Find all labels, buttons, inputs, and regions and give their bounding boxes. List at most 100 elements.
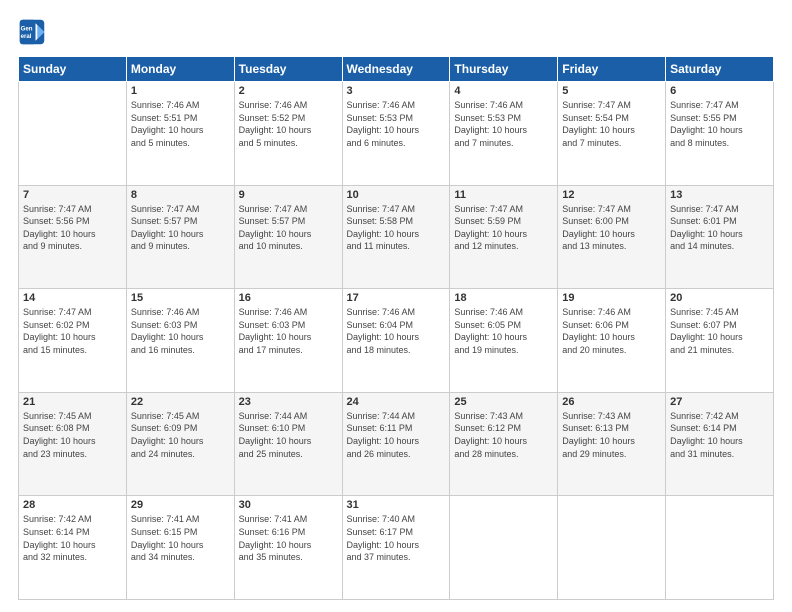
calendar-day-cell: 3 Sunrise: 7:46 AM Sunset: 5:53 PM Daylig… xyxy=(342,82,450,186)
calendar-day-cell: 31Sunrise: 7:40 AM Sunset: 6:17 PM Dayli… xyxy=(342,496,450,600)
day-number: 19 xyxy=(562,292,661,304)
day-info: Sunrise: 7:47 AM Sunset: 5:57 PM Dayligh… xyxy=(239,203,338,253)
weekday-header: Monday xyxy=(126,57,234,82)
calendar-day-cell: 7Sunrise: 7:47 AM Sunset: 5:56 PM Daylig… xyxy=(19,185,127,289)
weekday-header: Sunday xyxy=(19,57,127,82)
calendar-day-cell: 11 Sunrise: 7:47 AM Sunset: 5:59 PM Dayli… xyxy=(450,185,558,289)
day-info: Sunrise: 7:45 AM Sunset: 6:07 PM Dayligh… xyxy=(670,306,769,356)
weekday-header: Saturday xyxy=(666,57,774,82)
calendar-week-row: 7Sunrise: 7:47 AM Sunset: 5:56 PM Daylig… xyxy=(19,185,774,289)
day-number: 12 xyxy=(562,189,661,201)
day-number: 5 xyxy=(562,85,661,97)
day-number: 9 xyxy=(239,189,338,201)
day-info: Sunrise: 7:46 AM Sunset: 5:52 PM Dayligh… xyxy=(239,99,338,149)
calendar-day-cell: 29 Sunrise: 7:41 AM Sunset: 6:15 PM Dayli… xyxy=(126,496,234,600)
calendar-day-cell: 5Sunrise: 7:47 AM Sunset: 5:54 PM Daylig… xyxy=(558,82,666,186)
day-info: Sunrise: 7:46 AM Sunset: 5:51 PM Dayligh… xyxy=(131,99,230,149)
calendar-day-cell: 2 Sunrise: 7:46 AM Sunset: 5:52 PM Daylig… xyxy=(234,82,342,186)
calendar-week-row: 1 Sunrise: 7:46 AM Sunset: 5:51 PM Daylig… xyxy=(19,82,774,186)
day-info: Sunrise: 7:47 AM Sunset: 5:59 PM Dayligh… xyxy=(454,203,553,253)
day-number: 20 xyxy=(670,292,769,304)
day-number: 16 xyxy=(239,292,338,304)
calendar-day-cell: 8 Sunrise: 7:47 AM Sunset: 5:57 PM Daylig… xyxy=(126,185,234,289)
day-number: 17 xyxy=(347,292,446,304)
day-info: Sunrise: 7:44 AM Sunset: 6:10 PM Dayligh… xyxy=(239,410,338,460)
calendar-day-cell: 30 Sunrise: 7:41 AM Sunset: 6:16 PM Dayli… xyxy=(234,496,342,600)
day-number: 22 xyxy=(131,396,230,408)
day-number: 26 xyxy=(562,396,661,408)
calendar-week-row: 21 Sunrise: 7:45 AM Sunset: 6:08 PM Dayli… xyxy=(19,392,774,496)
day-info: Sunrise: 7:46 AM Sunset: 6:03 PM Dayligh… xyxy=(239,306,338,356)
day-number: 18 xyxy=(454,292,553,304)
day-info: Sunrise: 7:47 AM Sunset: 5:56 PM Dayligh… xyxy=(23,203,122,253)
day-info: Sunrise: 7:42 AM Sunset: 6:14 PM Dayligh… xyxy=(23,513,122,563)
day-number: 6 xyxy=(670,85,769,97)
day-number: 13 xyxy=(670,189,769,201)
day-info: Sunrise: 7:47 AM Sunset: 5:58 PM Dayligh… xyxy=(347,203,446,253)
calendar-day-cell xyxy=(666,496,774,600)
day-info: Sunrise: 7:42 AM Sunset: 6:14 PM Dayligh… xyxy=(670,410,769,460)
day-number: 4 xyxy=(454,85,553,97)
calendar-day-cell: 10Sunrise: 7:47 AM Sunset: 5:58 PM Dayli… xyxy=(342,185,450,289)
calendar-day-cell: 28 Sunrise: 7:42 AM Sunset: 6:14 PM Dayli… xyxy=(19,496,127,600)
day-number: 28 xyxy=(23,499,122,511)
day-number: 30 xyxy=(239,499,338,511)
day-info: Sunrise: 7:46 AM Sunset: 6:05 PM Dayligh… xyxy=(454,306,553,356)
day-info: Sunrise: 7:43 AM Sunset: 6:13 PM Dayligh… xyxy=(562,410,661,460)
weekday-header: Thursday xyxy=(450,57,558,82)
calendar-day-cell: 23 Sunrise: 7:44 AM Sunset: 6:10 PM Dayli… xyxy=(234,392,342,496)
calendar-day-cell: 21 Sunrise: 7:45 AM Sunset: 6:08 PM Dayli… xyxy=(19,392,127,496)
day-number: 27 xyxy=(670,396,769,408)
day-info: Sunrise: 7:44 AM Sunset: 6:11 PM Dayligh… xyxy=(347,410,446,460)
calendar-week-row: 14 Sunrise: 7:47 AM Sunset: 6:02 PM Dayli… xyxy=(19,289,774,393)
calendar-day-cell: 9 Sunrise: 7:47 AM Sunset: 5:57 PM Daylig… xyxy=(234,185,342,289)
calendar-day-cell xyxy=(450,496,558,600)
day-info: Sunrise: 7:43 AM Sunset: 6:12 PM Dayligh… xyxy=(454,410,553,460)
page: Gen eral SundayMondayTuesdayWednesdayThu… xyxy=(0,0,792,612)
calendar-day-cell: 14 Sunrise: 7:47 AM Sunset: 6:02 PM Dayli… xyxy=(19,289,127,393)
day-info: Sunrise: 7:45 AM Sunset: 6:08 PM Dayligh… xyxy=(23,410,122,460)
calendar-day-cell: 19Sunrise: 7:46 AM Sunset: 6:06 PM Dayli… xyxy=(558,289,666,393)
calendar-day-cell: 24 Sunrise: 7:44 AM Sunset: 6:11 PM Dayli… xyxy=(342,392,450,496)
day-info: Sunrise: 7:46 AM Sunset: 5:53 PM Dayligh… xyxy=(347,99,446,149)
day-info: Sunrise: 7:47 AM Sunset: 5:57 PM Dayligh… xyxy=(131,203,230,253)
calendar-table: SundayMondayTuesdayWednesdayThursdayFrid… xyxy=(18,56,774,600)
svg-text:Gen: Gen xyxy=(21,25,33,32)
day-info: Sunrise: 7:40 AM Sunset: 6:17 PM Dayligh… xyxy=(347,513,446,563)
day-info: Sunrise: 7:47 AM Sunset: 6:02 PM Dayligh… xyxy=(23,306,122,356)
day-info: Sunrise: 7:47 AM Sunset: 5:55 PM Dayligh… xyxy=(670,99,769,149)
logo-icon: Gen eral xyxy=(18,18,46,46)
calendar-day-cell xyxy=(558,496,666,600)
day-number: 3 xyxy=(347,85,446,97)
day-number: 29 xyxy=(131,499,230,511)
header: Gen eral xyxy=(18,18,774,46)
day-number: 23 xyxy=(239,396,338,408)
day-number: 25 xyxy=(454,396,553,408)
calendar-day-cell: 27 Sunrise: 7:42 AM Sunset: 6:14 PM Dayli… xyxy=(666,392,774,496)
svg-text:eral: eral xyxy=(21,33,32,40)
day-info: Sunrise: 7:47 AM Sunset: 6:00 PM Dayligh… xyxy=(562,203,661,253)
calendar-day-cell xyxy=(19,82,127,186)
calendar-day-cell: 16 Sunrise: 7:46 AM Sunset: 6:03 PM Dayli… xyxy=(234,289,342,393)
calendar-day-cell: 4 Sunrise: 7:46 AM Sunset: 5:53 PM Daylig… xyxy=(450,82,558,186)
day-info: Sunrise: 7:45 AM Sunset: 6:09 PM Dayligh… xyxy=(131,410,230,460)
calendar-day-cell: 15Sunrise: 7:46 AM Sunset: 6:03 PM Dayli… xyxy=(126,289,234,393)
day-number: 14 xyxy=(23,292,122,304)
day-info: Sunrise: 7:46 AM Sunset: 6:03 PM Dayligh… xyxy=(131,306,230,356)
day-number: 11 xyxy=(454,189,553,201)
day-number: 8 xyxy=(131,189,230,201)
day-number: 24 xyxy=(347,396,446,408)
calendar-week-row: 28 Sunrise: 7:42 AM Sunset: 6:14 PM Dayli… xyxy=(19,496,774,600)
calendar-day-cell: 6 Sunrise: 7:47 AM Sunset: 5:55 PM Daylig… xyxy=(666,82,774,186)
day-info: Sunrise: 7:41 AM Sunset: 6:15 PM Dayligh… xyxy=(131,513,230,563)
day-number: 1 xyxy=(131,85,230,97)
calendar-header-row: SundayMondayTuesdayWednesdayThursdayFrid… xyxy=(19,57,774,82)
calendar-day-cell: 1 Sunrise: 7:46 AM Sunset: 5:51 PM Daylig… xyxy=(126,82,234,186)
weekday-header: Tuesday xyxy=(234,57,342,82)
day-info: Sunrise: 7:46 AM Sunset: 5:53 PM Dayligh… xyxy=(454,99,553,149)
logo: Gen eral xyxy=(18,18,48,46)
calendar-day-cell: 12 Sunrise: 7:47 AM Sunset: 6:00 PM Dayli… xyxy=(558,185,666,289)
day-number: 2 xyxy=(239,85,338,97)
day-number: 21 xyxy=(23,396,122,408)
day-info: Sunrise: 7:41 AM Sunset: 6:16 PM Dayligh… xyxy=(239,513,338,563)
